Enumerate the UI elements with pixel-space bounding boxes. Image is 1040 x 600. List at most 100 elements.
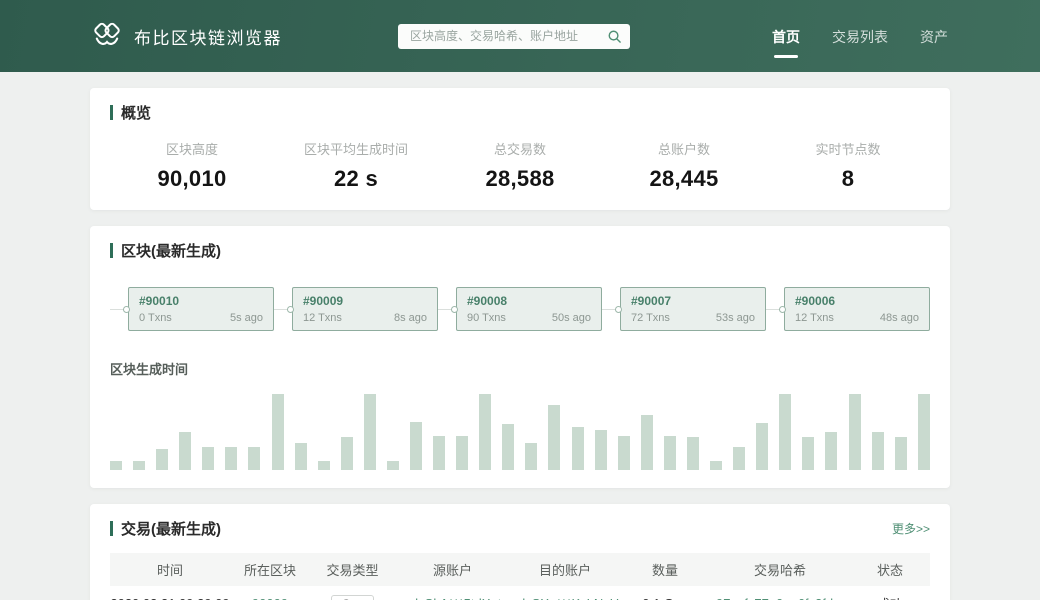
block-chain-item: #90006 12 Txns 48s ago <box>766 287 930 331</box>
chart-bar <box>133 461 145 470</box>
block-time-chart-label: 区块生成时间 <box>110 359 930 378</box>
transactions-section-title: 交易(最新生成) <box>110 518 221 539</box>
tx-type-badge: Gas <box>331 595 373 600</box>
stat-value: 28,445 <box>602 166 766 192</box>
col-header-time: 时间 <box>110 560 230 579</box>
stat-value: 28,588 <box>438 166 602 192</box>
block-connector-line <box>274 309 292 310</box>
tx-amount: 0.1 Gas <box>620 596 710 600</box>
block-time-ago: 50s ago <box>552 312 591 324</box>
chart-bar <box>272 394 284 470</box>
block-card[interactable]: #90009 12 Txns 8s ago <box>292 287 438 331</box>
chart-bar <box>664 436 676 470</box>
col-header-source: 源账户 <box>395 560 510 579</box>
block-txn-count: 0 Txns <box>139 312 172 324</box>
transactions-card: 交易(最新生成) 更多>> 时间 所在区块 交易类型 源账户 目的账户 数量 交… <box>90 504 950 600</box>
chart-bar <box>479 394 491 470</box>
block-number-link[interactable]: #90007 <box>631 294 755 308</box>
chart-bar <box>156 449 168 470</box>
block-time-ago: 53s ago <box>716 312 755 324</box>
tx-hash-link[interactable]: 97ecfc77a0ae6fc2fd... <box>710 596 850 600</box>
search-box <box>398 24 630 49</box>
blocks-card: 区块(最新生成) #90010 0 Txns 5s ago #90009 <box>90 226 950 488</box>
block-card[interactable]: #90006 12 Txns 48s ago <box>784 287 930 331</box>
stat-item: 区块高度 90,010 <box>110 139 274 192</box>
more-transactions-link[interactable]: 更多>> <box>892 520 930 537</box>
block-time-ago: 5s ago <box>230 312 263 324</box>
chart-bar <box>572 427 584 470</box>
chart-bar <box>618 436 630 470</box>
tx-time: 2020.03.31 09:39:09 <box>110 596 230 600</box>
block-chain-item: #90010 0 Txns 5s ago <box>110 287 274 331</box>
chart-bar <box>456 436 468 470</box>
nav-item-transaction-list[interactable]: 交易列表 <box>832 27 888 58</box>
search-input[interactable] <box>410 29 607 43</box>
tx-source-account-link[interactable]: adxSkA***5tdXet <box>395 596 510 600</box>
search-icon[interactable] <box>607 29 622 44</box>
nav-item-home[interactable]: 首页 <box>772 27 800 58</box>
block-meta: 72 Txns 53s ago <box>631 312 755 324</box>
stat-value: 22 s <box>274 166 438 192</box>
transaction-row: 2020.03.31 09:39:09 90009 Gas adxSkA***5… <box>110 586 930 600</box>
tx-status: 成功 <box>850 594 930 600</box>
chart-bar <box>756 423 768 470</box>
block-time-chart <box>110 394 930 470</box>
chart-bar <box>779 394 791 470</box>
block-txn-count: 12 Txns <box>303 312 342 324</box>
stat-item: 实时节点数 8 <box>766 139 930 192</box>
chart-bar <box>110 461 122 470</box>
tx-block-link[interactable]: 90009 <box>230 596 310 600</box>
overview-section-title: 概览 <box>110 102 930 123</box>
col-header-dest: 目的账户 <box>510 560 620 579</box>
chart-bar <box>918 394 930 470</box>
block-meta: 0 Txns 5s ago <box>139 312 263 324</box>
section-accent-bar <box>110 243 113 258</box>
tx-dest-account-link[interactable]: adxSXq***KyLNxU <box>510 596 620 600</box>
stat-item: 区块平均生成时间 22 s <box>274 139 438 192</box>
transactions-table-header: 时间 所在区块 交易类型 源账户 目的账户 数量 交易哈希 状态 <box>110 553 930 586</box>
app-logo[interactable]: 布比区块链浏览器 <box>90 22 282 50</box>
block-card[interactable]: #90008 90 Txns 50s ago <box>456 287 602 331</box>
block-number-link[interactable]: #90009 <box>303 294 427 308</box>
stat-label: 实时节点数 <box>766 139 930 158</box>
chart-bar <box>179 432 191 470</box>
tx-type-cell: Gas <box>310 595 395 600</box>
block-time-ago: 8s ago <box>394 312 427 324</box>
col-header-amount: 数量 <box>620 560 710 579</box>
transactions-title-text: 交易(最新生成) <box>121 518 221 539</box>
block-card[interactable]: #90010 0 Txns 5s ago <box>128 287 274 331</box>
nav-item-assets[interactable]: 资产 <box>920 27 948 58</box>
block-txn-count: 72 Txns <box>631 312 670 324</box>
chart-bar <box>849 394 861 470</box>
main-nav: 首页 交易列表 资产 <box>772 21 948 52</box>
latest-blocks-row: #90010 0 Txns 5s ago #90009 12 Txns 8s a… <box>110 287 930 331</box>
chart-bar <box>595 430 607 470</box>
chart-bar <box>641 415 653 470</box>
block-txn-count: 12 Txns <box>795 312 834 324</box>
block-number-link[interactable]: #90010 <box>139 294 263 308</box>
stat-value: 8 <box>766 166 930 192</box>
chart-bar <box>733 447 745 470</box>
chart-bar <box>341 437 353 470</box>
block-number-link[interactable]: #90006 <box>795 294 919 308</box>
block-connector-line <box>766 309 784 310</box>
chart-bar <box>364 394 376 470</box>
block-chain-item: #90007 72 Txns 53s ago <box>602 287 766 331</box>
col-header-status: 状态 <box>850 560 930 579</box>
bubi-diamonds-logo-icon <box>90 22 124 50</box>
chart-bar <box>248 447 260 470</box>
chart-bar <box>710 461 722 470</box>
block-card[interactable]: #90007 72 Txns 53s ago <box>620 287 766 331</box>
col-header-type: 交易类型 <box>310 560 395 579</box>
chart-bar <box>825 432 837 470</box>
block-chain-item: #90009 12 Txns 8s ago <box>274 287 438 331</box>
blocks-title-text: 区块(最新生成) <box>121 240 221 261</box>
stat-label: 区块高度 <box>110 139 274 158</box>
overview-card: 概览 区块高度 90,010 区块平均生成时间 22 s 总交易数 28,588… <box>90 88 950 210</box>
transactions-header-row: 交易(最新生成) 更多>> <box>110 518 930 539</box>
block-meta: 90 Txns 50s ago <box>467 312 591 324</box>
chart-bar <box>410 422 422 470</box>
stat-label: 总账户数 <box>602 139 766 158</box>
overview-title-text: 概览 <box>121 102 151 123</box>
block-number-link[interactable]: #90008 <box>467 294 591 308</box>
